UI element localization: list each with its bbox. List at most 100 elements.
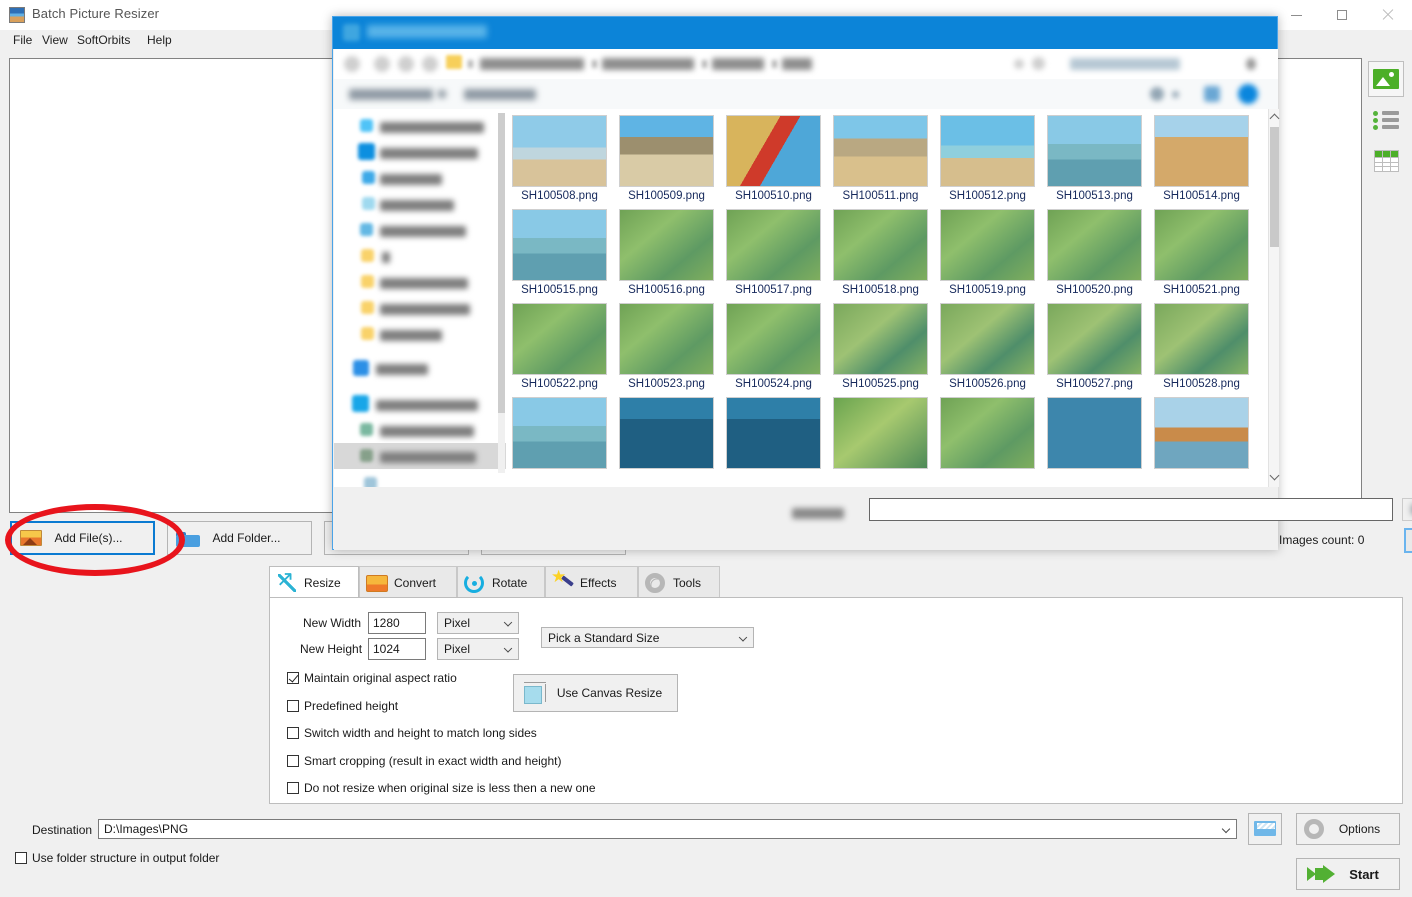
new-width-unit-select[interactable]: Pixel — [437, 612, 519, 634]
recent-locations-icon[interactable] — [398, 56, 414, 72]
checkbox-switch-width-height[interactable]: Switch width and height to match long si… — [287, 726, 537, 740]
nav-item[interactable] — [334, 113, 506, 139]
list-view-button[interactable] — [1368, 102, 1404, 138]
file-thumbnail-item[interactable]: SH100524.png — [726, 303, 821, 390]
chevron-down-icon[interactable] — [1172, 91, 1179, 98]
organize-button[interactable] — [349, 89, 433, 100]
file-thumbnail-item[interactable] — [940, 397, 1035, 472]
file-thumbnail-item[interactable] — [726, 397, 821, 472]
use-canvas-resize-button[interactable]: Use Canvas Resize — [513, 674, 678, 712]
standard-size-select[interactable]: Pick a Standard Size — [541, 627, 754, 648]
checkbox-predefined-height[interactable]: Predefined height — [287, 699, 398, 713]
menu-view[interactable]: View — [37, 32, 73, 49]
nav-item[interactable] — [334, 139, 506, 165]
tab-effects[interactable]: Effects — [545, 566, 638, 598]
file-thumbnail-item[interactable]: SH100515.png — [512, 209, 607, 296]
file-thumbnail-item[interactable]: SH100525.png — [833, 303, 928, 390]
thumbnail-view-button[interactable] — [1368, 61, 1404, 97]
add-files-button[interactable]: Add File(s)... — [10, 521, 155, 555]
new-folder-button[interactable] — [464, 89, 536, 100]
tab-convert[interactable]: Convert — [359, 566, 457, 598]
file-thumbnail-item[interactable]: SH100528.png — [1154, 303, 1249, 390]
chevron-down-icon[interactable] — [1221, 824, 1231, 834]
breadcrumb-segment-1[interactable] — [480, 58, 584, 70]
dialog-open-button[interactable] — [1404, 528, 1412, 553]
back-icon[interactable] — [344, 56, 360, 72]
nav-item[interactable] — [334, 295, 506, 321]
file-thumbnail-item[interactable]: SH100522.png — [512, 303, 607, 390]
file-thumbnail-item[interactable]: SH100520.png — [1047, 209, 1142, 296]
dialog-navigation-pane[interactable] — [334, 109, 506, 487]
breadcrumb-segment-4[interactable] — [782, 58, 812, 70]
file-thumbnail-item[interactable]: SH100513.png — [1047, 115, 1142, 202]
file-thumbnail-item[interactable]: SH100512.png — [940, 115, 1035, 202]
file-thumbnail-item[interactable]: SH100514.png — [1154, 115, 1249, 202]
file-thumbnail-item[interactable]: SH100508.png — [512, 115, 607, 202]
file-thumbnail-item[interactable]: SH100511.png — [833, 115, 928, 202]
grid-view-button[interactable] — [1368, 143, 1404, 179]
nav-item[interactable] — [334, 191, 506, 217]
browse-destination-button[interactable] — [1248, 813, 1282, 845]
file-grid-scrollbar[interactable] — [1268, 109, 1280, 487]
new-height-unit-select[interactable]: Pixel — [437, 638, 519, 660]
up-icon[interactable] — [422, 56, 438, 72]
maximize-button[interactable] — [1319, 0, 1365, 30]
file-thumbnail-item[interactable]: SH100527.png — [1047, 303, 1142, 390]
destination-input[interactable]: D:\Images\PNG — [98, 819, 1237, 839]
nav-item[interactable] — [334, 355, 506, 381]
scroll-down-icon[interactable] — [1269, 470, 1280, 481]
file-name-input[interactable] — [869, 498, 1393, 521]
file-thumbnail-item[interactable]: SH100526.png — [940, 303, 1035, 390]
view-mode-icon[interactable] — [1150, 87, 1164, 101]
menu-softorbits[interactable]: SoftOrbits — [72, 32, 135, 49]
nav-item[interactable] — [334, 217, 506, 243]
file-thumbnail-item[interactable]: SH100510.png — [726, 115, 821, 202]
file-thumbnail-item[interactable] — [833, 397, 928, 472]
breadcrumb-segment-2[interactable] — [602, 58, 694, 70]
file-thumbnail-item[interactable] — [512, 397, 607, 472]
file-thumbnail-item[interactable]: SH100521.png — [1154, 209, 1249, 296]
close-button[interactable] — [1365, 0, 1411, 30]
menu-help[interactable]: Help — [142, 32, 177, 49]
nav-item[interactable] — [334, 269, 506, 295]
file-thumbnail-item[interactable]: SH100509.png — [619, 115, 714, 202]
tab-resize[interactable]: Resize — [269, 566, 359, 598]
nav-item-selected[interactable] — [334, 443, 506, 469]
chevron-down-icon[interactable] — [438, 90, 446, 98]
checkbox-use-folder-structure[interactable]: Use folder structure in output folder — [15, 851, 219, 865]
checkbox-smart-cropping[interactable]: Smart cropping (result in exact width an… — [287, 754, 561, 768]
file-thumbnail-item[interactable]: SH100523.png — [619, 303, 714, 390]
nav-pane-scrollbar[interactable] — [498, 113, 505, 473]
nav-item[interactable] — [334, 165, 506, 191]
file-thumbnail-item[interactable]: SH100516.png — [619, 209, 714, 296]
menu-file[interactable]: File — [8, 32, 37, 49]
add-folder-button[interactable]: Add Folder... — [167, 521, 312, 555]
file-thumbnail-item[interactable] — [619, 397, 714, 472]
new-width-input[interactable]: 1280 — [368, 612, 426, 634]
dropdown-icon[interactable] — [1032, 57, 1045, 70]
nav-item[interactable] — [334, 471, 506, 487]
nav-item[interactable] — [334, 417, 506, 443]
dialog-address-bar[interactable] — [334, 49, 1278, 79]
dialog-file-grid[interactable]: SH100508.png SH100509.png SH100510.png SH10… — [506, 109, 1268, 487]
checkbox-maintain-aspect-ratio[interactable]: Maintain original aspect ratio — [287, 671, 457, 685]
file-thumbnail-item[interactable]: SH100518.png — [833, 209, 928, 296]
checkbox-do-not-resize[interactable]: Do not resize when original size is less… — [287, 781, 596, 795]
search-icon[interactable] — [1246, 58, 1256, 70]
refresh-icon[interactable] — [1014, 59, 1024, 69]
breadcrumb-segment-3[interactable] — [712, 58, 764, 70]
nav-item[interactable] — [334, 243, 506, 269]
open-file-dialog[interactable]: SH100508.png SH100509.png SH100510.png SH10… — [332, 16, 1412, 553]
options-button[interactable]: Options — [1296, 813, 1400, 845]
file-thumbnail-item[interactable]: SH100519.png — [940, 209, 1035, 296]
search-placeholder[interactable] — [1070, 58, 1180, 70]
tab-rotate[interactable]: Rotate — [457, 566, 545, 598]
new-height-input[interactable]: 1024 — [368, 638, 426, 660]
preview-pane-icon[interactable] — [1204, 86, 1220, 102]
file-thumbnail-item[interactable] — [1047, 397, 1142, 472]
tab-tools[interactable]: Tools — [638, 566, 720, 598]
file-thumbnail-item[interactable] — [1154, 397, 1249, 472]
file-thumbnail-item[interactable]: SH100517.png — [726, 209, 821, 296]
start-button[interactable]: Start — [1296, 858, 1400, 890]
scrollbar-thumb[interactable] — [1270, 127, 1279, 247]
